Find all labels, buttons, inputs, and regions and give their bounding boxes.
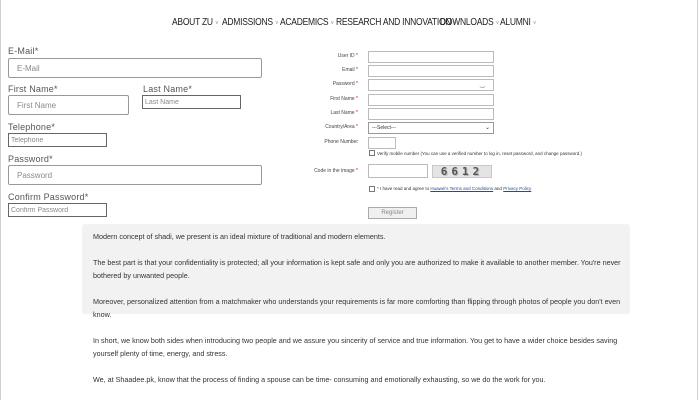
country-label: Country/Area *: [288, 124, 358, 130]
nav-label: ACADEMICS: [280, 17, 329, 28]
register-button[interactable]: Register: [368, 207, 417, 219]
paragraph-5: We, at Shaadee.pk, know that the process…: [93, 375, 546, 384]
eye-icon[interactable]: ‿: [480, 81, 485, 88]
chevron-down-icon: ˅: [215, 21, 219, 27]
email-label-right: Email *: [288, 67, 358, 73]
label-text: Phone Number: [324, 139, 358, 145]
nav-item-about[interactable]: ABOUT ZU ˅: [172, 17, 218, 28]
required-mark: *: [356, 53, 358, 59]
agree-and: and: [494, 186, 502, 191]
country-select[interactable]: ---Select--- ⌄: [368, 122, 494, 134]
telephone-field[interactable]: [8, 133, 107, 147]
nav-label: RESEARCH AND INNOVATION: [336, 17, 452, 28]
required-mark: *: [356, 110, 358, 116]
country-value: ---Select---: [372, 125, 396, 131]
first-name-field-right[interactable]: [368, 94, 494, 106]
nav-label: ABOUT ZU: [172, 17, 213, 28]
chevron-down-icon: ˅: [495, 21, 499, 27]
last-name-label: Last Name*: [143, 84, 193, 94]
last-name-field[interactable]: [142, 95, 241, 109]
captcha-field[interactable]: [368, 164, 428, 178]
code-label: Code in the image *: [288, 168, 358, 174]
password-field[interactable]: [8, 165, 262, 185]
verify-mobile-checkbox[interactable]: [369, 150, 375, 156]
chevron-down-icon: ˅: [330, 21, 334, 27]
left-border: [0, 0, 1, 400]
label-text: Email: [342, 67, 355, 73]
paragraph-4: In short, we know both sides when introd…: [93, 336, 618, 358]
nav-item-alumni[interactable]: ALUMNI ˅: [500, 17, 536, 28]
phone-label: Phone Number: [288, 139, 358, 145]
required-mark: *: [356, 124, 358, 130]
password-field-right[interactable]: [368, 79, 494, 91]
agree-prefix: I have read and agree to: [380, 186, 430, 191]
email-field[interactable]: [8, 58, 262, 78]
password-label-right: Password *: [288, 81, 358, 87]
nav-item-research[interactable]: RESEARCH AND INNOVATION ˅: [336, 17, 457, 28]
confirm-password-label: Confirm Password*: [8, 192, 89, 202]
paragraph-2: The best part is that your confidentiali…: [93, 258, 621, 280]
label-text: First Name: [330, 96, 355, 102]
paragraph-3: Moreover, personalized attention from a …: [93, 297, 621, 319]
required-mark: *: [377, 186, 379, 191]
last-name-field-right[interactable]: [368, 108, 494, 120]
required-mark: *: [356, 67, 358, 73]
paragraph-1: Modern concept of shadi, we present is a…: [93, 232, 386, 241]
chevron-down-icon: ˅: [275, 21, 279, 27]
nav-label: ADMISSIONS: [222, 17, 273, 28]
telephone-label: Telephone*: [8, 122, 56, 132]
last-name-label-right: Last Name *: [288, 110, 358, 116]
email-label: E-Mail*: [8, 46, 39, 56]
verify-mobile-text: Verify mobile number (You can use a veri…: [377, 151, 582, 156]
captcha-image[interactable]: 6612: [432, 165, 492, 178]
label-text: Country/Area: [325, 124, 355, 130]
agree-terms-checkbox[interactable]: [369, 186, 375, 192]
label-text: Last Name: [330, 110, 355, 116]
phone-field[interactable]: [368, 137, 396, 149]
password-label: Password*: [8, 154, 53, 164]
terms-link[interactable]: Huawei's Terms and Conditions: [430, 186, 493, 191]
agree-terms-text: * I have read and agree to Huawei's Term…: [377, 186, 531, 191]
required-mark: *: [356, 81, 358, 87]
user-id-field[interactable]: [368, 51, 494, 63]
first-name-label: First Name*: [8, 84, 58, 94]
nav-item-academics[interactable]: ACADEMICS ˅: [280, 17, 334, 28]
first-name-field[interactable]: [8, 95, 129, 115]
email-field-right[interactable]: [368, 65, 494, 77]
nav-label: DOWNLOADS: [440, 17, 494, 28]
nav-item-admissions[interactable]: ADMISSIONS ˅: [222, 17, 278, 28]
label-text: Code in the image: [314, 168, 355, 174]
label-text: User ID: [337, 53, 355, 59]
nav-item-downloads[interactable]: DOWNLOADS ˅: [440, 17, 499, 28]
user-id-label: User ID *: [288, 53, 358, 59]
chevron-down-icon: ˅: [533, 21, 536, 27]
main-nav: ABOUT ZU ˅ ADMISSIONS ˅ ACADEMICS ˅ RESEARC…: [0, 0, 700, 46]
right-border: [697, 0, 698, 400]
privacy-link[interactable]: Privacy Policy: [503, 186, 531, 191]
first-name-label-right: First Name *: [288, 96, 358, 102]
chevron-down-icon: ⌄: [484, 125, 490, 131]
required-mark: *: [356, 168, 358, 174]
required-mark: *: [356, 96, 358, 102]
confirm-password-field[interactable]: [8, 203, 107, 217]
label-text: Password: [332, 81, 355, 87]
nav-label: ALUMNI: [500, 17, 531, 28]
